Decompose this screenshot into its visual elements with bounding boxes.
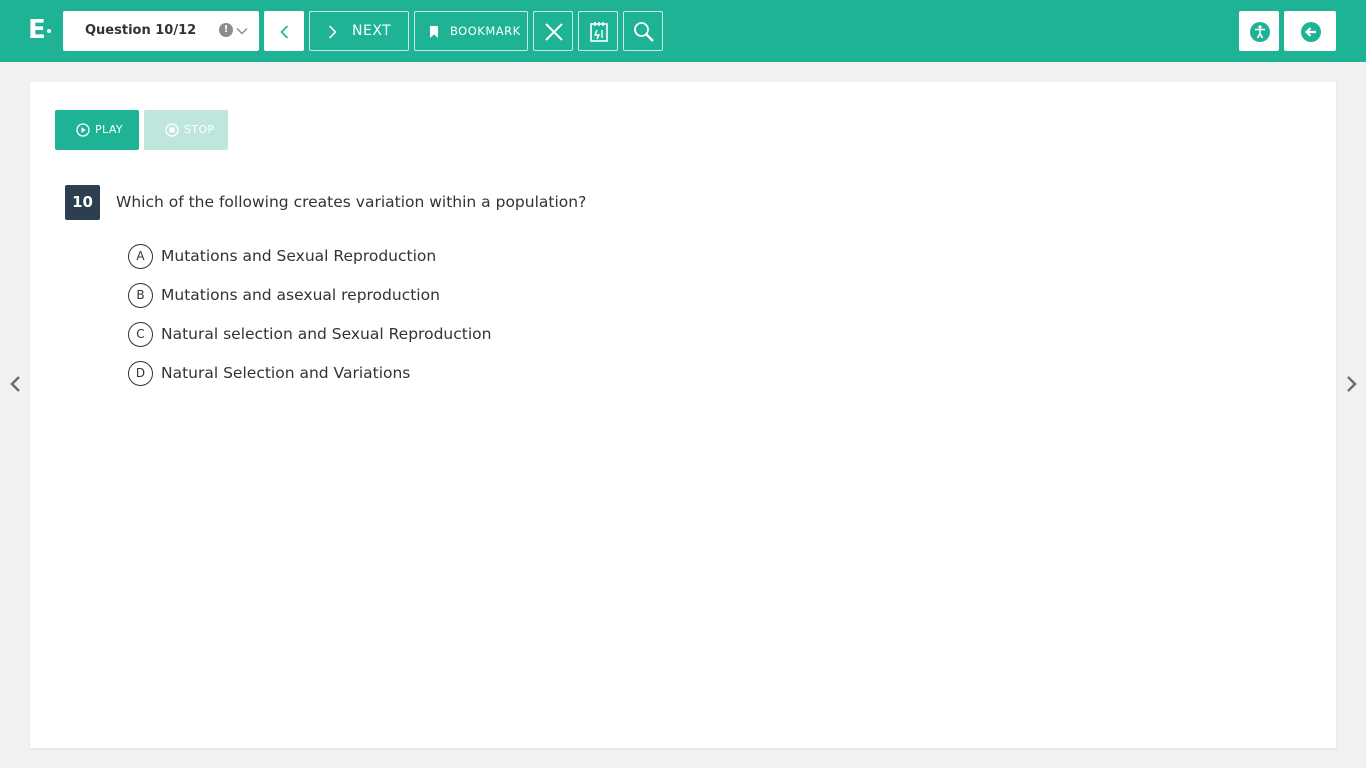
play-icon [76,123,90,137]
option-letter-c: C [128,322,153,347]
bookmark-icon [430,26,438,38]
next-button[interactable]: NEXT [309,11,409,51]
next-button-label: NEXT [352,23,392,39]
app-logo: E [28,15,46,45]
accessibility-button[interactable] [1239,11,1279,51]
side-next-arrow-icon[interactable] [1343,374,1359,394]
question-text: Which of the following creates variation… [116,193,587,211]
stop-icon [165,123,179,137]
bookmark-button[interactable]: BOOKMARK [414,11,528,51]
chevron-left-icon [280,25,289,39]
answer-option-d[interactable]: D Natural Selection and Variations [128,361,728,387]
magnifier-icon [634,22,654,42]
close-icon [545,23,563,41]
bookmark-button-label: BOOKMARK [450,24,521,38]
option-text-a: Mutations and Sexual Reproduction [161,247,437,265]
option-letter-b: B [128,283,153,308]
question-number-badge: 10 [65,185,100,220]
option-letter-d: D [128,361,153,386]
answer-option-c[interactable]: C Natural selection and Sexual Reproduct… [128,322,728,348]
play-button-label: PLAY [95,123,124,136]
stop-button-label: STOP [184,123,215,136]
exit-arrow-icon [1301,22,1321,42]
answer-option-b[interactable]: B Mutations and asexual reproduction [128,283,728,309]
question-selector-label: Question 10/12 [85,23,197,38]
notepad-icon [590,22,608,42]
question-panel: PLAY STOP 10 Which of the following crea… [30,82,1336,748]
option-text-d: Natural Selection and Variations [161,364,411,382]
play-button[interactable]: PLAY [55,110,139,150]
answer-option-a[interactable]: A Mutations and Sexual Reproduction [128,244,728,270]
warning-icon: ! [219,23,233,37]
accessibility-icon [1250,22,1270,42]
option-letter-a: A [128,244,153,269]
previous-button[interactable] [264,11,304,51]
top-toolbar: E Question 10/12 ! NEXT BOOKMARK [0,0,1366,62]
chevron-right-icon [328,25,337,39]
exit-button[interactable] [1284,11,1336,51]
eliminate-button[interactable] [533,11,573,51]
option-text-b: Mutations and asexual reproduction [161,286,440,304]
side-prev-arrow-icon[interactable] [8,374,24,394]
notepad-button[interactable] [578,11,618,51]
logo-dot [47,29,51,33]
stop-button[interactable]: STOP [144,110,228,150]
option-text-c: Natural selection and Sexual Reproductio… [161,325,492,343]
magnifier-button[interactable] [623,11,663,51]
question-selector[interactable]: Question 10/12 ! [63,11,259,51]
chevron-down-icon [236,28,248,35]
